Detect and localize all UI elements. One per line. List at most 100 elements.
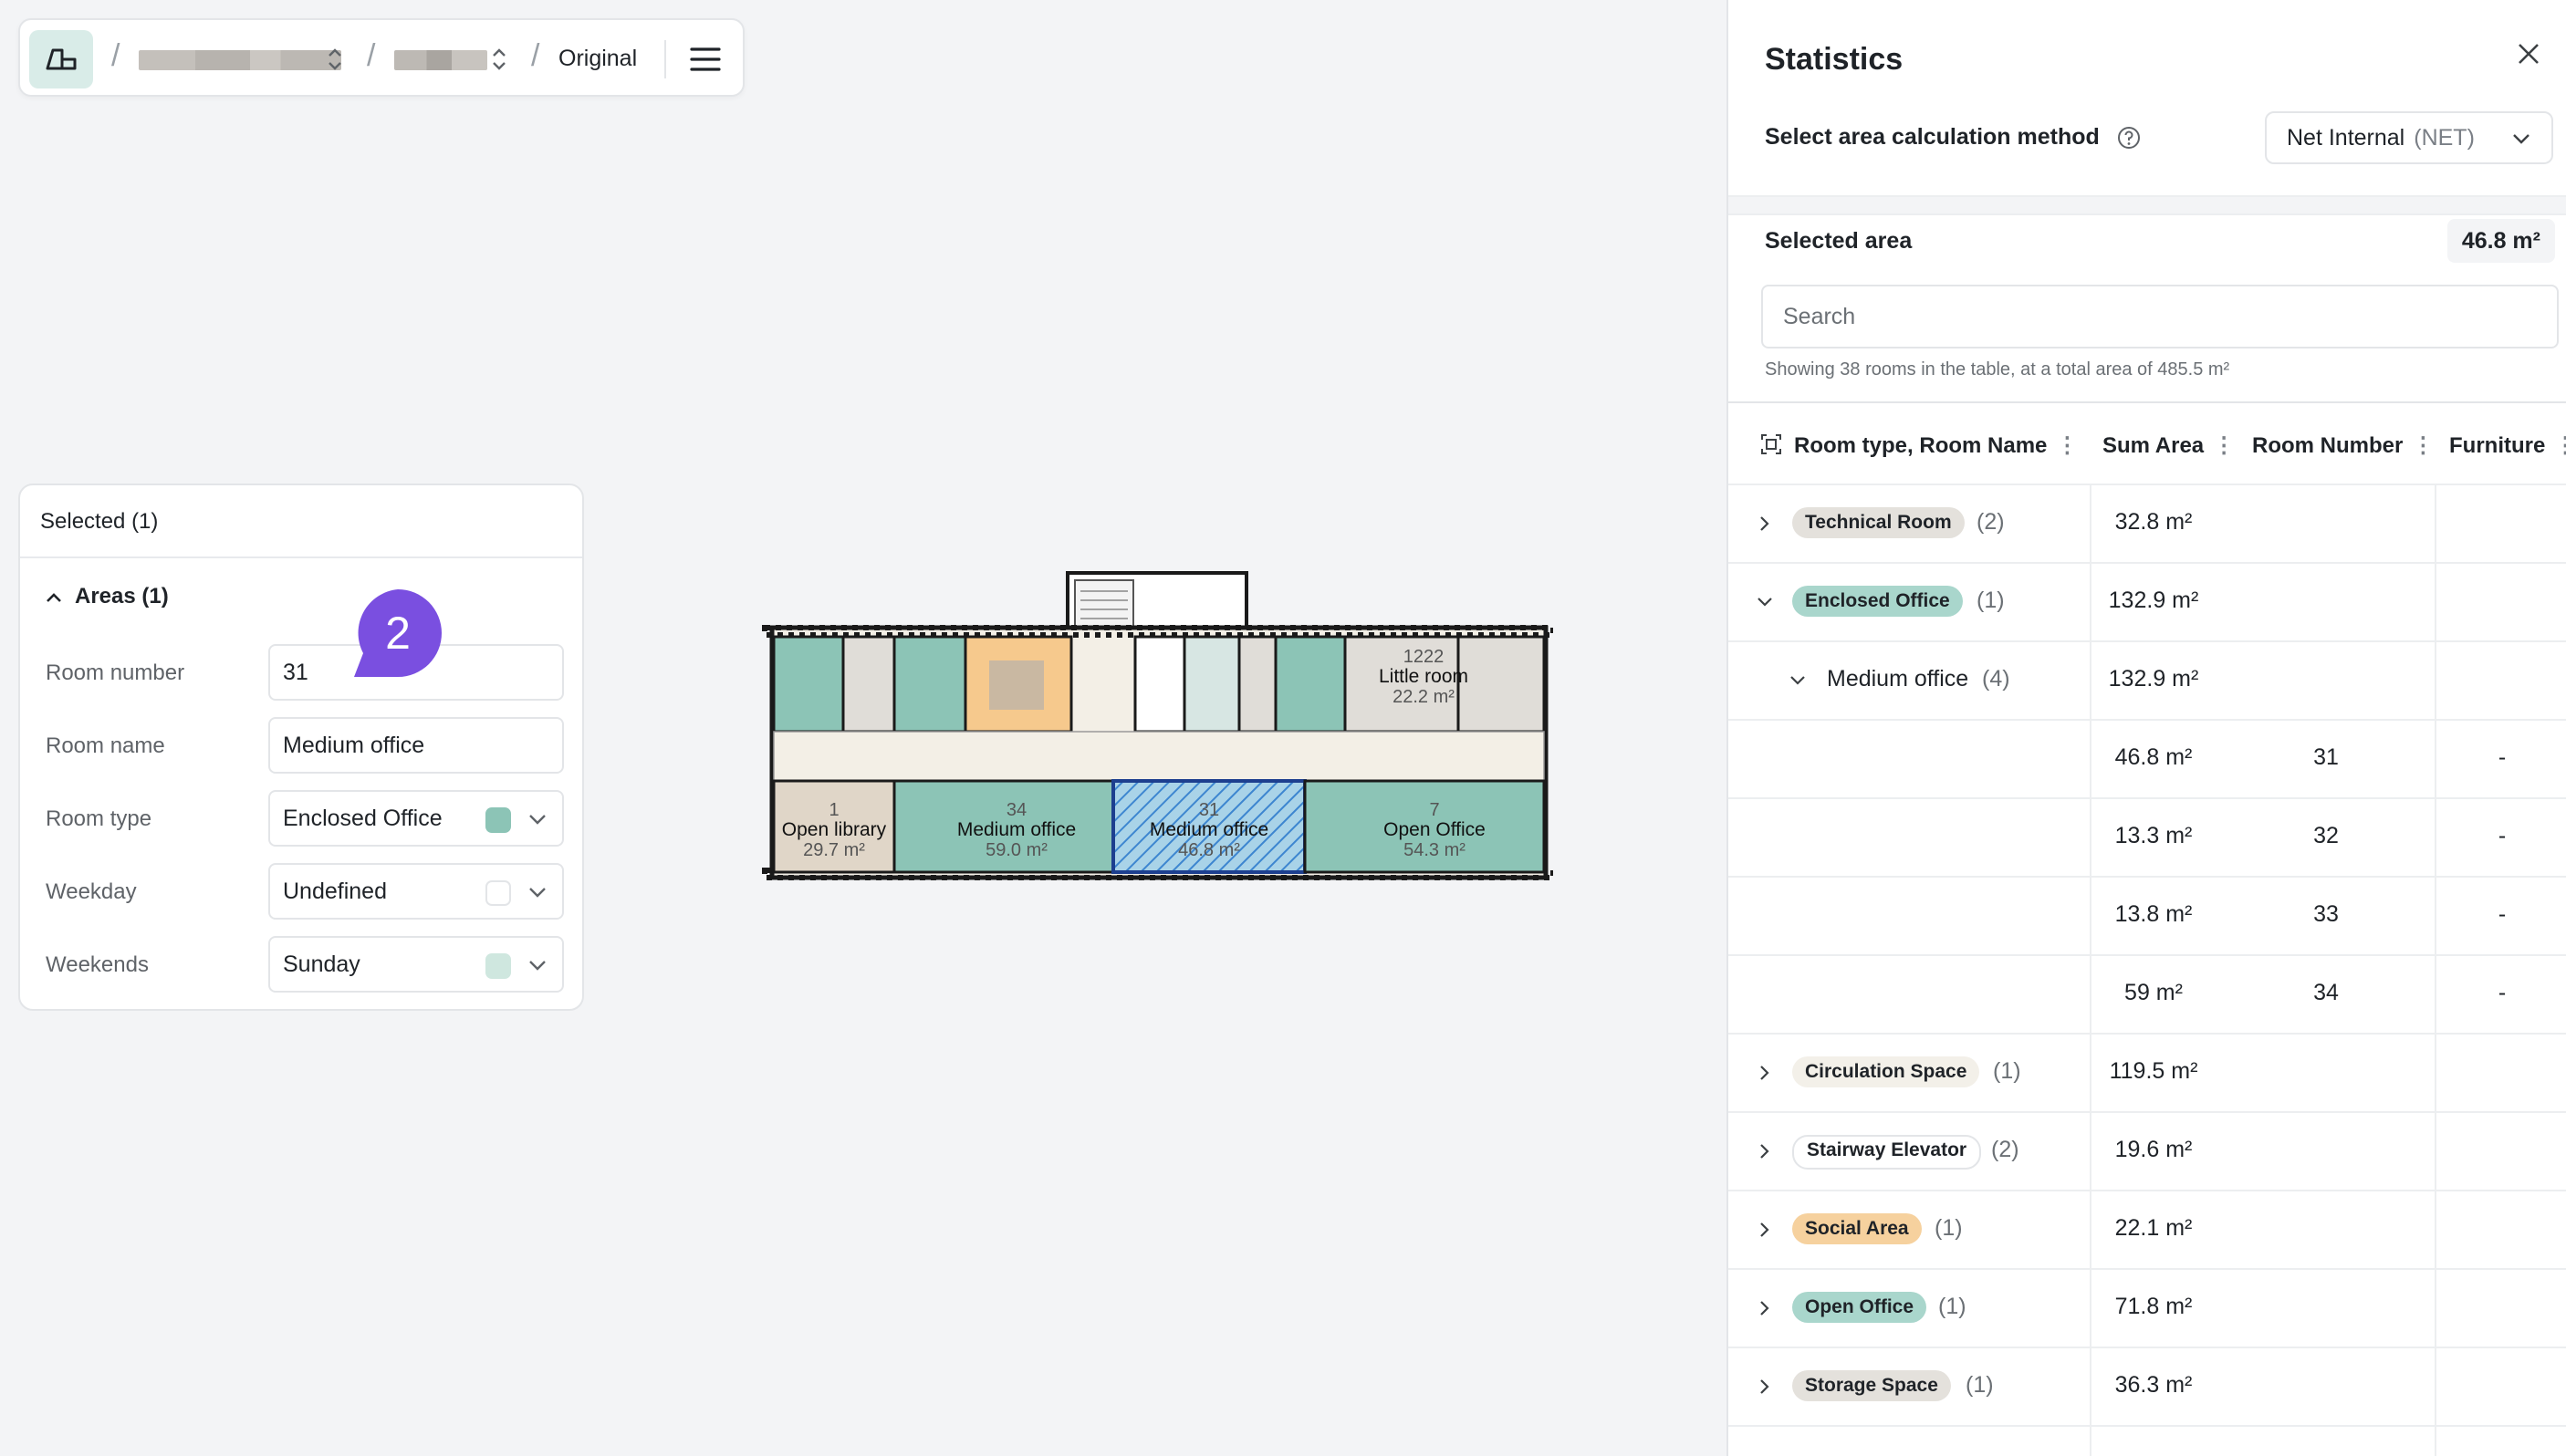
row-divider bbox=[1728, 1425, 2566, 1427]
column-header-text: Room Name bbox=[1919, 433, 2048, 458]
home-button[interactable] bbox=[29, 30, 93, 88]
column-menu-icon[interactable]: ⋮ bbox=[2056, 433, 2078, 458]
floor-plan[interactable]: 1 Open library 29.7 m² 34 Medium office … bbox=[761, 569, 1553, 885]
furniture-cell: - bbox=[2498, 980, 2507, 1005]
calculation-method-label: Select area calculation method bbox=[1765, 124, 2141, 151]
sum-area-cell: 13.8 m² bbox=[2114, 901, 2193, 927]
chevron-right-icon[interactable] bbox=[1758, 1221, 1770, 1239]
section-divider bbox=[1728, 401, 2566, 403]
row-divider bbox=[1728, 954, 2566, 956]
row-divider bbox=[1728, 1033, 2566, 1035]
column-header-sum-area[interactable]: Sum Area ⋮ bbox=[2102, 432, 2235, 459]
column-header-room-type[interactable]: Room type, Room Name ⋮ bbox=[1794, 432, 2078, 459]
room-label-area: 46.8 m² bbox=[1178, 840, 1240, 860]
calculation-method-text: Select area calculation method bbox=[1765, 124, 2100, 150]
group-by-icon[interactable] bbox=[1759, 432, 1783, 456]
room-number-label: Room number bbox=[46, 660, 185, 685]
room-label-number: 7 bbox=[1429, 800, 1439, 820]
building-icon bbox=[46, 48, 77, 70]
furniture-cell: - bbox=[2498, 823, 2507, 848]
room-type-tag: Technical Room bbox=[1792, 507, 1965, 538]
showing-summary: Showing 38 rooms in the table, at a tota… bbox=[1765, 359, 2230, 380]
sum-area-cell: 132.9 m² bbox=[2108, 666, 2199, 692]
statistics-panel: Statistics Select area calculation metho… bbox=[1726, 0, 2566, 1456]
chevron-down-icon bbox=[529, 888, 546, 898]
chevron-right-icon[interactable] bbox=[1758, 1142, 1770, 1160]
close-icon[interactable] bbox=[2517, 42, 2540, 66]
row-divider bbox=[1728, 484, 2566, 485]
column-header-text: Furniture bbox=[2449, 433, 2546, 458]
room-number-cell: 34 bbox=[2313, 980, 2339, 1005]
chevron-down-icon[interactable] bbox=[1789, 673, 1807, 686]
project-selector[interactable] bbox=[139, 50, 341, 70]
method-value: Net Internal bbox=[2287, 125, 2405, 151]
room-label-name: Open Office bbox=[1383, 819, 1486, 840]
weekends-value: Sunday bbox=[283, 952, 360, 977]
row-divider bbox=[1728, 1190, 2566, 1191]
column-menu-icon[interactable]: ⋮ bbox=[2412, 433, 2434, 458]
calculation-method-select[interactable]: Net Internal (NET) bbox=[2265, 111, 2553, 164]
room-label-number: 1 bbox=[829, 800, 839, 820]
selected-header: Selected (1) bbox=[20, 485, 582, 558]
statistics-title: Statistics bbox=[1765, 42, 1904, 77]
chevron-down-icon[interactable] bbox=[1756, 595, 1774, 608]
sum-area-cell: 19.6 m² bbox=[2114, 1137, 2193, 1162]
row-divider bbox=[1728, 1268, 2566, 1270]
weekends-select[interactable]: Sunday bbox=[268, 936, 564, 993]
group-count: (1) bbox=[1966, 1372, 1994, 1398]
areas-section-toggle[interactable]: Areas (1) bbox=[46, 584, 169, 609]
column-header-furniture[interactable]: Furniture ⋮ bbox=[2449, 432, 2566, 459]
room-type-tag: Storage Space bbox=[1792, 1370, 1951, 1401]
row-divider bbox=[1728, 1111, 2566, 1113]
help-icon[interactable] bbox=[2117, 126, 2141, 150]
weekday-label: Weekday bbox=[46, 879, 137, 904]
corridor[interactable] bbox=[773, 731, 1545, 782]
column-menu-icon[interactable]: ⋮ bbox=[2213, 433, 2235, 458]
room-name-input[interactable]: Medium office bbox=[268, 717, 564, 774]
chevron-right-icon[interactable] bbox=[1758, 1378, 1770, 1396]
room-number-value: 31 bbox=[283, 660, 308, 685]
selected-area-label: Selected area bbox=[1765, 228, 1913, 254]
room-type-value: Enclosed Office bbox=[283, 806, 443, 831]
annotation-number: 2 bbox=[385, 608, 411, 659]
search-input[interactable]: Search bbox=[1761, 285, 2559, 348]
sum-area-cell: 59 m² bbox=[2124, 980, 2183, 1005]
column-header-text: Room type, bbox=[1794, 433, 1914, 458]
room-label-number: 1222 bbox=[1403, 647, 1445, 667]
furniture-cell: - bbox=[2498, 744, 2507, 770]
chevron-right-icon[interactable] bbox=[1758, 1064, 1770, 1082]
row-divider bbox=[1728, 640, 2566, 642]
updown-chevron-icon[interactable] bbox=[491, 46, 507, 73]
room-type-select[interactable]: Enclosed Office bbox=[268, 790, 564, 847]
subgroup-count: (4) bbox=[1982, 666, 2010, 692]
room-number-cell: 33 bbox=[2313, 901, 2339, 927]
room-label-area: 54.3 m² bbox=[1403, 840, 1466, 860]
weekday-select[interactable]: Undefined bbox=[268, 863, 564, 920]
weekends-label: Weekends bbox=[46, 952, 149, 977]
sum-area-cell: 22.1 m² bbox=[2114, 1215, 2193, 1241]
chevron-up-icon bbox=[47, 592, 61, 602]
room-label-name: Little room bbox=[1379, 666, 1468, 687]
row-divider bbox=[1728, 876, 2566, 878]
group-count: (1) bbox=[1993, 1058, 2021, 1084]
column-menu-icon[interactable]: ⋮ bbox=[2554, 433, 2566, 458]
menu-icon[interactable] bbox=[690, 46, 721, 73]
sum-area-cell: 36.3 m² bbox=[2114, 1372, 2193, 1398]
section-divider bbox=[1728, 195, 2566, 215]
updown-chevron-icon[interactable] bbox=[327, 46, 343, 73]
annotation-badge-2: 2 bbox=[354, 589, 454, 681]
sum-area-cell: 13.3 m² bbox=[2114, 823, 2193, 848]
column-header-text: Sum Area bbox=[2102, 433, 2205, 458]
areas-section-label: Areas (1) bbox=[75, 584, 169, 608]
room-type-color-swatch bbox=[485, 807, 511, 833]
chevron-right-icon[interactable] bbox=[1758, 515, 1770, 533]
search-placeholder: Search bbox=[1783, 304, 1856, 329]
breadcrumb-separator: / bbox=[111, 38, 120, 73]
column-header-room-number[interactable]: Room Number ⋮ bbox=[2252, 432, 2434, 459]
view-label[interactable]: Original bbox=[558, 46, 637, 72]
group-count: (2) bbox=[1977, 509, 2005, 535]
selected-panel: Selected (1) Areas (1) Room number 31 Ro… bbox=[18, 484, 584, 1011]
chevron-right-icon[interactable] bbox=[1758, 1299, 1770, 1317]
room-label-name: Open library bbox=[782, 819, 887, 840]
floor-selector[interactable] bbox=[394, 50, 487, 70]
